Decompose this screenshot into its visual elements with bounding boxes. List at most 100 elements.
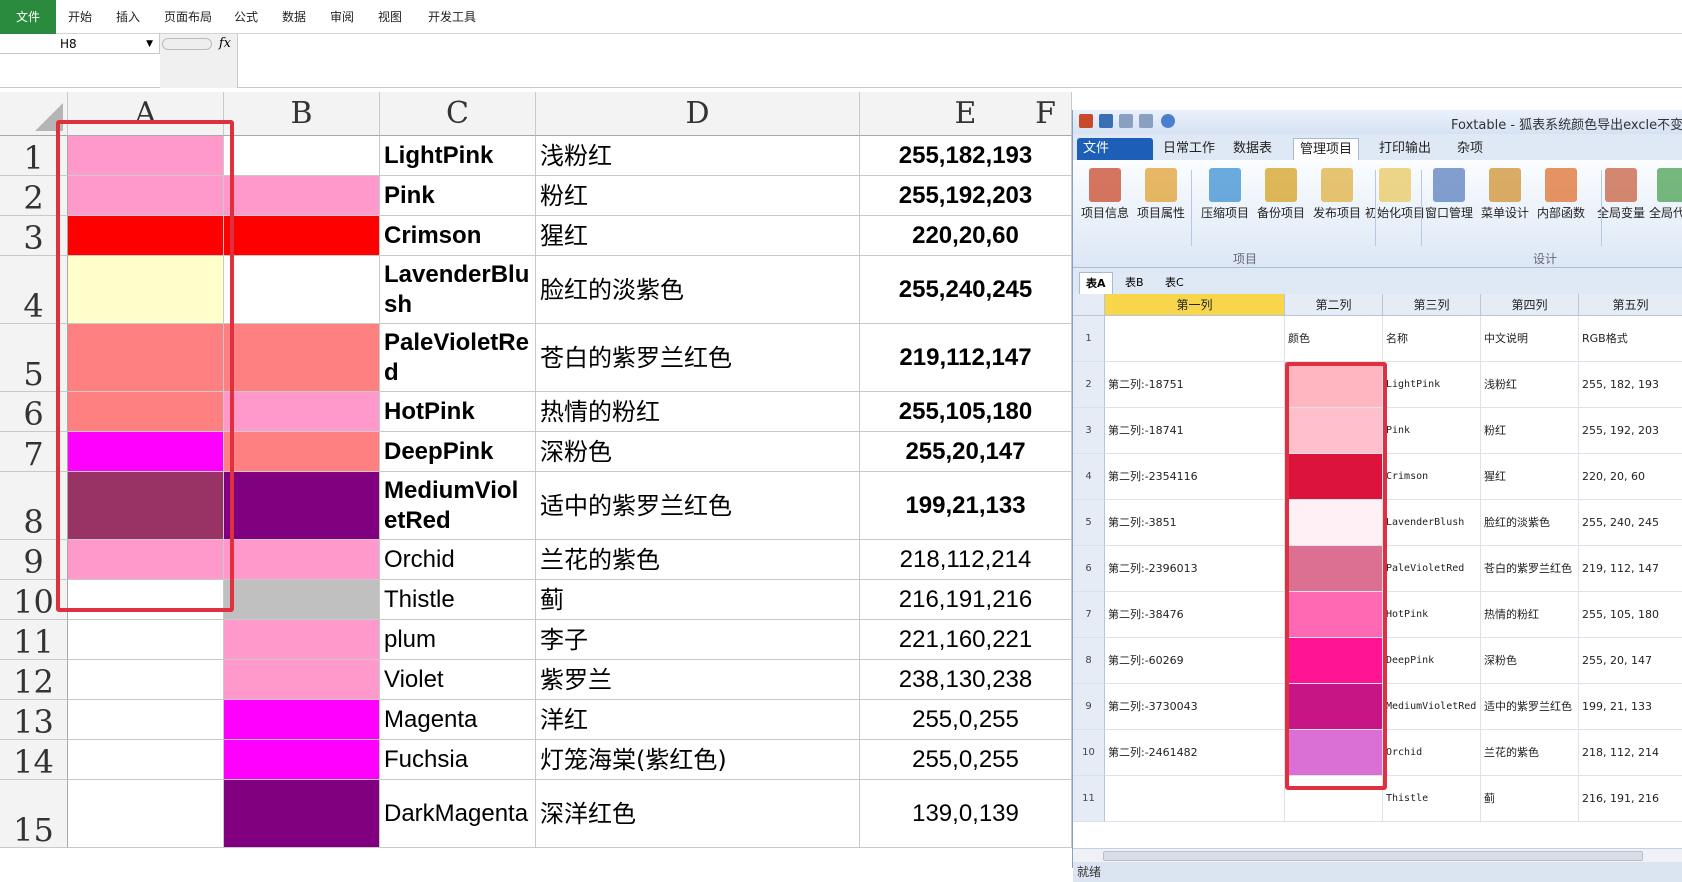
grid-cell[interactable]: 第二列:-3851 xyxy=(1105,500,1285,546)
cell-color-name[interactable]: plum xyxy=(380,620,536,660)
ribbon-button[interactable]: 全局变量 xyxy=(1591,168,1651,221)
ribbon-button[interactable]: 项目属性 xyxy=(1131,168,1191,221)
grid-row-header[interactable]: 6 xyxy=(1073,546,1105,592)
grid-cell[interactable]: 第二列:-3730043 xyxy=(1105,684,1285,730)
column-header[interactable]: C xyxy=(380,92,536,136)
cell-b-color[interactable] xyxy=(224,472,380,540)
cell-b-color[interactable] xyxy=(224,176,380,216)
fx-icon[interactable]: fx xyxy=(219,36,231,51)
cell-chinese-name[interactable]: 粉红 xyxy=(536,176,860,216)
cell-color-name[interactable]: Crimson xyxy=(380,216,536,256)
grid-row-header[interactable]: 8 xyxy=(1073,638,1105,684)
ribbon-tab[interactable]: 视图 xyxy=(378,0,402,34)
grid-cell[interactable]: Pink xyxy=(1383,408,1481,454)
cell-rgb[interactable]: 255,192,203 xyxy=(860,176,1072,216)
cell-color-name[interactable]: DeepPink xyxy=(380,432,536,472)
cell-a-color[interactable] xyxy=(68,660,224,700)
chevron-down-icon[interactable]: ▼ xyxy=(146,34,153,54)
grid-cell[interactable]: LightPink xyxy=(1383,362,1481,408)
grid-cell[interactable]: 第二列:-18751 xyxy=(1105,362,1285,408)
cell-color-name[interactable]: DarkMagenta xyxy=(380,780,536,848)
grid-cell[interactable]: MediumVioletRed xyxy=(1383,684,1481,730)
ribbon-button[interactable]: 备份项目 xyxy=(1251,168,1311,221)
grid-cell[interactable]: Crimson xyxy=(1383,454,1481,500)
cell-rgb[interactable]: 218,112,214 xyxy=(860,540,1072,580)
cell-chinese-name[interactable]: 猩红 xyxy=(536,216,860,256)
cell-b-color[interactable] xyxy=(224,324,380,392)
grid-cell[interactable]: LavenderBlush xyxy=(1383,500,1481,546)
cell-chinese-name[interactable]: 热情的粉红 xyxy=(536,392,860,432)
cell-rgb[interactable]: 255,240,245 xyxy=(860,256,1072,324)
cell-b-color[interactable] xyxy=(224,540,380,580)
grid-cell[interactable]: HotPink xyxy=(1383,592,1481,638)
cell-chinese-name[interactable]: 适中的紫罗兰红色 xyxy=(536,472,860,540)
ribbon-tab[interactable]: 杂项 xyxy=(1451,138,1489,160)
cell-rgb[interactable]: 255,105,180 xyxy=(860,392,1072,432)
cell-color-name[interactable]: Magenta xyxy=(380,700,536,740)
column-header[interactable]: F xyxy=(1020,92,1072,136)
cell-color-name[interactable]: MediumVioletRed xyxy=(380,472,536,540)
sheet-tab[interactable]: 表C xyxy=(1159,272,1190,294)
grid-cell[interactable]: 名称 xyxy=(1383,316,1481,362)
grid-cell[interactable]: 255, 182, 193 xyxy=(1579,362,1682,408)
cell-color-name[interactable]: Thistle xyxy=(380,580,536,620)
grid-cell[interactable] xyxy=(1105,316,1285,362)
grid-cell[interactable]: 第二列:-2396013 xyxy=(1105,546,1285,592)
grid-cell[interactable]: 兰花的紫色 xyxy=(1481,730,1579,776)
save-icon[interactable] xyxy=(1099,114,1113,128)
grid-row-header[interactable]: 11 xyxy=(1073,776,1105,822)
cell-chinese-name[interactable]: 兰花的紫色 xyxy=(536,540,860,580)
grid-cell[interactable]: 255, 240, 245 xyxy=(1579,500,1682,546)
cell-b-color[interactable] xyxy=(224,432,380,472)
cell-rgb[interactable]: 255,20,147 xyxy=(860,432,1072,472)
grid-row-header[interactable]: 1 xyxy=(1073,316,1105,362)
cell-b-color[interactable] xyxy=(224,740,380,780)
cell-chinese-name[interactable]: 苍白的紫罗兰红色 xyxy=(536,324,860,392)
undo-icon[interactable] xyxy=(1119,114,1133,128)
ribbon-button[interactable]: 菜单设计 xyxy=(1475,168,1535,221)
cell-b-color[interactable] xyxy=(224,392,380,432)
ribbon-tab[interactable]: 插入 xyxy=(116,0,140,34)
ribbon-tab[interactable]: 日常工作 xyxy=(1157,138,1221,160)
grid-cell[interactable]: 219, 112, 147 xyxy=(1579,546,1682,592)
cell-rgb[interactable]: 139,0,139 xyxy=(860,780,1072,848)
cell-b-color[interactable] xyxy=(224,216,380,256)
grid-cell[interactable]: 浅粉红 xyxy=(1481,362,1579,408)
ribbon-button[interactable]: 内部函数 xyxy=(1531,168,1591,221)
grid-cell[interactable]: 热情的粉红 xyxy=(1481,592,1579,638)
sheet-tab[interactable]: 表A xyxy=(1079,272,1113,294)
grid-cell[interactable]: 蓟 xyxy=(1481,776,1579,822)
redo-icon[interactable] xyxy=(1139,114,1153,128)
grid-cell[interactable]: 216, 191, 216 xyxy=(1579,776,1682,822)
scrollbar-thumb[interactable] xyxy=(1103,851,1643,861)
grid-cell[interactable]: 第二列:-38476 xyxy=(1105,592,1285,638)
grid-cell[interactable]: 适中的紫罗兰红色 xyxy=(1481,684,1579,730)
grid-row-header[interactable]: 9 xyxy=(1073,684,1105,730)
ribbon-tab[interactable]: 开发工具 xyxy=(428,0,476,34)
grid-cell[interactable]: 第二列:-2354116 xyxy=(1105,454,1285,500)
cell-color-name[interactable]: PaleVioletRed xyxy=(380,324,536,392)
grid-cell[interactable]: 脸红的淡紫色 xyxy=(1481,500,1579,546)
cell-a-color[interactable] xyxy=(68,700,224,740)
cell-rgb[interactable]: 219,112,147 xyxy=(860,324,1072,392)
cell-rgb[interactable]: 255,0,255 xyxy=(860,740,1072,780)
sheet-tab[interactable]: 表B xyxy=(1119,272,1150,294)
grid-cell[interactable]: 第二列:-18741 xyxy=(1105,408,1285,454)
grid-cell[interactable]: 粉红 xyxy=(1481,408,1579,454)
grid-column-header[interactable]: 第三列 xyxy=(1383,294,1481,316)
ribbon-button[interactable]: 发布项目 xyxy=(1307,168,1367,221)
grid-row-header[interactable]: 5 xyxy=(1073,500,1105,546)
cell-chinese-name[interactable]: 洋红 xyxy=(536,700,860,740)
grid-cell[interactable]: 中文说明 xyxy=(1481,316,1579,362)
cell-a-color[interactable] xyxy=(68,780,224,848)
grid-cell[interactable]: PaleVioletRed xyxy=(1383,546,1481,592)
grid-cell[interactable]: Thistle xyxy=(1383,776,1481,822)
cell-rgb[interactable]: 255,0,255 xyxy=(860,700,1072,740)
cell-b-color[interactable] xyxy=(224,660,380,700)
cell-chinese-name[interactable]: 灯笼海棠(紫红色) xyxy=(536,740,860,780)
grid-row-header[interactable]: 2 xyxy=(1073,362,1105,408)
ribbon-button[interactable]: 全局代码 xyxy=(1643,168,1682,221)
ribbon-button[interactable]: 项目信息 xyxy=(1075,168,1135,221)
cell-color-name[interactable]: HotPink xyxy=(380,392,536,432)
formula-input[interactable] xyxy=(238,34,1682,88)
